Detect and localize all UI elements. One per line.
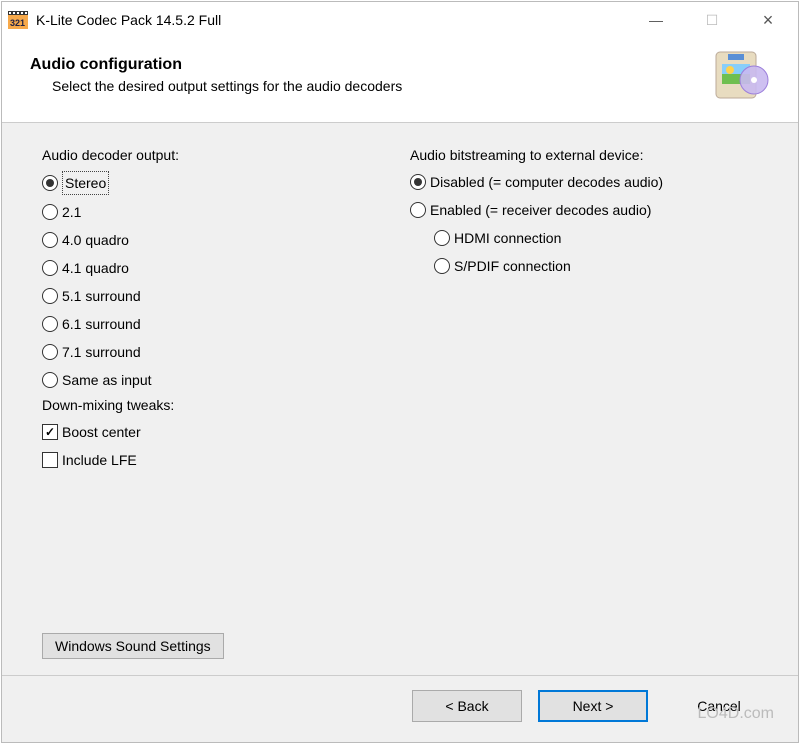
radio-icon [42,288,58,304]
window-title: K-Lite Codec Pack 14.5.2 Full [36,12,221,28]
radio-label: 4.1 quadro [62,257,129,279]
app-icon: 321 [8,11,28,29]
windows-sound-settings-button[interactable]: Windows Sound Settings [42,633,224,659]
wizard-header: Audio configuration Select the desired o… [2,38,798,123]
radio-5-1-surround[interactable]: 5.1 surround [42,285,390,307]
radio-label: Enabled (= receiver decodes audio) [430,199,651,221]
radio-2-1[interactable]: 2.1 [42,201,390,223]
radio-icon [42,232,58,248]
svg-text:321: 321 [10,18,25,28]
radio-bitstream-disabled[interactable]: Disabled (= computer decodes audio) [410,171,758,193]
maximize-button[interactable]: ☐ [698,12,726,29]
radio-4-1-quadro[interactable]: 4.1 quadro [42,257,390,279]
page-subtitle: Select the desired output settings for t… [30,78,402,94]
radio-stereo[interactable]: Stereo [42,171,390,195]
window-controls: — ☐ × [642,10,782,31]
radio-label: Stereo [62,171,109,195]
bitstream-group: Audio bitstreaming to external device: D… [410,147,758,477]
radio-icon [42,175,58,191]
radio-icon [42,372,58,388]
wizard-footer: < Back Next > Cancel [2,675,798,742]
radio-label: HDMI connection [454,227,561,249]
minimize-button[interactable]: — [642,12,670,28]
close-button[interactable]: × [754,10,782,31]
radio-icon [434,258,450,274]
radio-label: 5.1 surround [62,285,141,307]
cancel-button[interactable]: Cancel [664,690,774,722]
back-button[interactable]: < Back [412,690,522,722]
radio-same-as-input[interactable]: Same as input [42,369,390,391]
checkbox-include-lfe[interactable]: Include LFE [42,449,390,471]
radio-icon [434,230,450,246]
radio-spdif[interactable]: S/PDIF connection [434,255,758,277]
radio-icon [410,202,426,218]
radio-4-0-quadro[interactable]: 4.0 quadro [42,229,390,251]
installer-icon [710,48,770,102]
decoder-output-label: Audio decoder output: [42,147,390,163]
radio-6-1-surround[interactable]: 6.1 surround [42,313,390,335]
downmix-label: Down-mixing tweaks: [42,397,390,413]
installer-window: 321 K-Lite Codec Pack 14.5.2 Full — ☐ × … [1,1,799,743]
radio-hdmi[interactable]: HDMI connection [434,227,758,249]
next-button[interactable]: Next > [538,690,648,722]
radio-label: 2.1 [62,201,81,223]
radio-label: Same as input [62,369,152,391]
radio-label: S/PDIF connection [454,255,571,277]
checkbox-label: Include LFE [62,449,137,471]
titlebar: 321 K-Lite Codec Pack 14.5.2 Full — ☐ × [2,2,798,38]
radio-label: 6.1 surround [62,313,141,335]
bitstream-label: Audio bitstreaming to external device: [410,147,758,163]
radio-icon [42,260,58,276]
wizard-content: Audio decoder output: Stereo 2.1 4.0 qua… [2,123,798,675]
checkbox-label: Boost center [62,421,141,443]
radio-label: Disabled (= computer decodes audio) [430,171,663,193]
radio-icon [410,174,426,190]
radio-label: 7.1 surround [62,341,141,363]
radio-7-1-surround[interactable]: 7.1 surround [42,341,390,363]
radio-icon [42,316,58,332]
decoder-output-group: Audio decoder output: Stereo 2.1 4.0 qua… [42,147,390,477]
radio-icon [42,344,58,360]
radio-label: 4.0 quadro [62,229,129,251]
checkbox-icon [42,452,58,468]
radio-bitstream-enabled[interactable]: Enabled (= receiver decodes audio) [410,199,758,221]
page-title: Audio configuration [30,56,402,74]
checkbox-icon [42,424,58,440]
checkbox-boost-center[interactable]: Boost center [42,421,390,443]
radio-icon [42,204,58,220]
